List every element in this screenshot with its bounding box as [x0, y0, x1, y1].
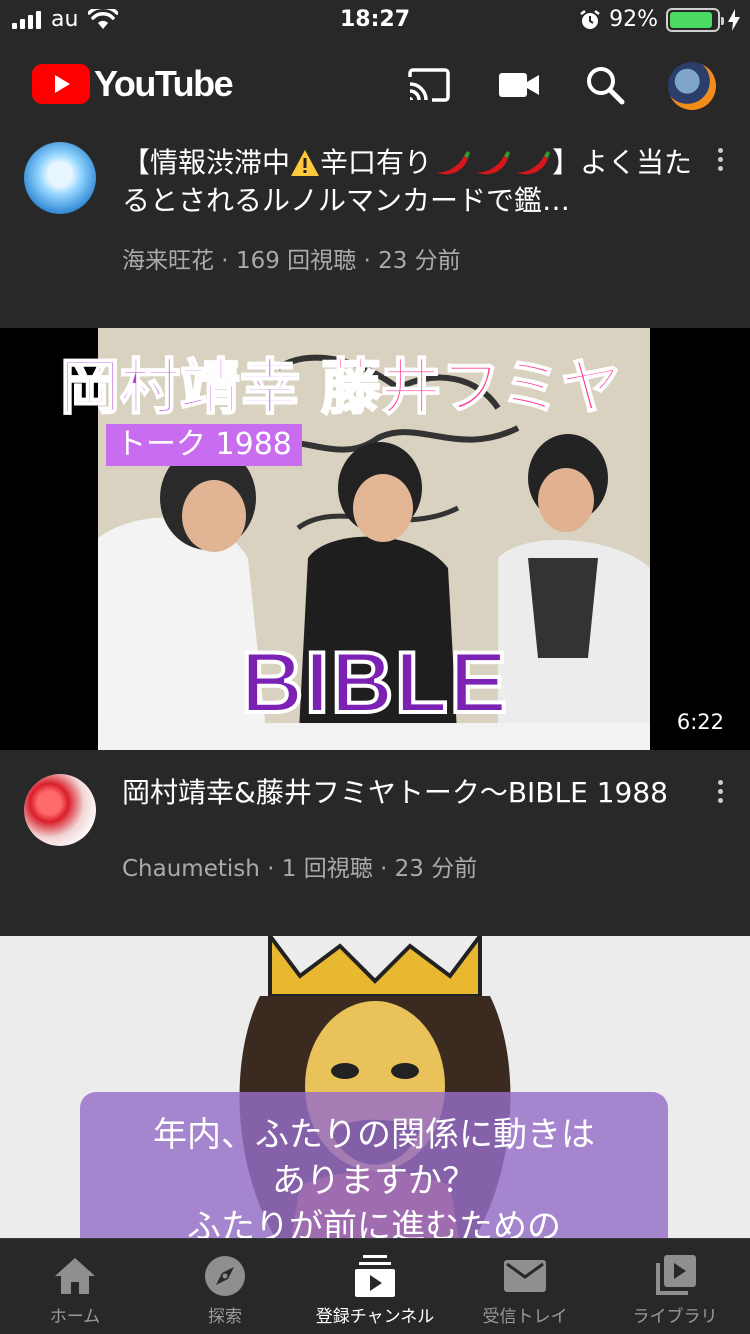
- video-card[interactable]: 【情報渋滞中 辛口有り 】よく当たるとされるルノルマンカードで鑑… 海来旺花 · 1…: [0, 128, 750, 328]
- subscriptions-icon: [355, 1255, 395, 1297]
- battery-percent: 92%: [609, 7, 658, 32]
- video-title-part: 【情報渋滞中: [122, 146, 291, 179]
- caption-line: 年内、ふたりの関係に動きは: [153, 1115, 595, 1155]
- channel-avatar[interactable]: [24, 774, 96, 846]
- view-count: 1 回視聴: [281, 856, 373, 882]
- more-options-button[interactable]: [710, 776, 730, 816]
- video-title[interactable]: 岡村靖幸&藤井フミヤトーク～BIBLE 1988: [122, 774, 700, 854]
- charging-bolt-icon: [728, 9, 740, 31]
- chili-pepper-icon: [516, 151, 551, 175]
- video-thumbnail[interactable]: 年内、ふたりの関係に動きは ありますか？ ふたりが前に進むための: [0, 936, 750, 1238]
- video-title-part: 辛口有り: [320, 146, 433, 179]
- app-header: YouTube: [0, 40, 750, 128]
- search-icon: [587, 67, 625, 105]
- upload-button[interactable]: [496, 62, 542, 108]
- video-metadata: Chaumetish · 1 回視聴 · 23 分前: [122, 854, 700, 884]
- channel-name[interactable]: 海来旺花: [122, 248, 214, 274]
- cast-icon: [408, 68, 450, 102]
- cast-button[interactable]: [406, 62, 452, 108]
- nav-subscriptions[interactable]: 登録チャンネル: [300, 1239, 450, 1334]
- caption-line: ありますか？: [272, 1161, 476, 1201]
- video-duration: 6:22: [670, 708, 730, 736]
- youtube-wordmark: YouTube: [94, 63, 234, 104]
- video-feed[interactable]: 【情報渋滞中 辛口有り 】よく当たるとされるルノルマンカードで鑑… 海来旺花 · 1…: [0, 128, 750, 1238]
- caption-text: 年内、ふたりの関係に動きは ありますか？ ふたりが前に進むための: [80, 1112, 668, 1238]
- caption-bible: BIBLE: [239, 633, 509, 733]
- more-options-button[interactable]: [710, 144, 730, 184]
- upload-age: 23 分前: [394, 856, 478, 882]
- upload-age: 23 分前: [378, 248, 461, 274]
- battery-icon: [666, 8, 724, 32]
- nav-label: 受信トレイ: [482, 1307, 568, 1327]
- video-metadata: 海来旺花 · 169 回視聴 · 23 分前: [122, 246, 700, 276]
- nav-inbox[interactable]: 受信トレイ: [450, 1239, 600, 1334]
- youtube-play-icon: [32, 64, 90, 104]
- account-avatar[interactable]: [668, 62, 716, 110]
- separator-dot: ·: [372, 856, 395, 882]
- nav-label: ライブラリ: [632, 1307, 718, 1327]
- compass-icon: [205, 1256, 245, 1296]
- nav-explore[interactable]: 探索: [150, 1239, 300, 1334]
- chili-pepper-icon: [476, 151, 511, 175]
- youtube-logo[interactable]: YouTube: [32, 63, 234, 104]
- video-card[interactable]: 岡村靖幸&藤井フミヤトーク～BIBLE 1988 Chaumetish · 1 …: [0, 750, 750, 936]
- battery-fill: [670, 12, 713, 28]
- thumbnail-caption-names: 岡村靖幸 藤井フミヤ: [59, 350, 622, 426]
- status-right: 92%: [579, 6, 740, 34]
- separator-dot: ·: [259, 856, 282, 882]
- alarm-icon: [580, 10, 600, 29]
- channel-name[interactable]: Chaumetish: [122, 856, 260, 882]
- nav-label: 登録チャンネル: [315, 1307, 435, 1327]
- caption-name-1: 岡村靖幸: [59, 352, 301, 424]
- nav-library[interactable]: ライブラリ: [600, 1239, 750, 1334]
- caption-tag: トーク 1988: [106, 424, 302, 466]
- video-thumbnail[interactable]: 岡村靖幸 藤井フミヤ トーク 1988 BIBLE 6:22: [0, 328, 750, 750]
- mail-icon: [504, 1260, 546, 1292]
- caption-tag-text: トーク 1988: [116, 427, 292, 462]
- nav-label: 探索: [208, 1307, 242, 1327]
- nav-home[interactable]: ホーム: [0, 1239, 150, 1334]
- camera-icon: [499, 73, 539, 97]
- video-title[interactable]: 【情報渋滞中 辛口有り 】よく当たるとされるルノルマンカードで鑑…: [122, 144, 700, 224]
- warning-icon: [291, 150, 320, 176]
- caption-name-2: 藤井フミヤ: [320, 352, 622, 424]
- channel-avatar[interactable]: [24, 142, 96, 214]
- view-count: 169 回視聴: [235, 248, 357, 274]
- caption-line: ふたりが前に進むための: [187, 1207, 561, 1238]
- status-bar: au 18:27 92%: [0, 0, 750, 40]
- bottom-navigation: ホーム 探索 登録チャンネル 受信トレイ ライブラリ: [0, 1238, 750, 1334]
- nav-label: ホーム: [49, 1307, 101, 1327]
- library-icon: [656, 1255, 696, 1295]
- separator-dot: ·: [356, 248, 379, 274]
- search-button[interactable]: [582, 62, 628, 108]
- chili-pepper-icon: [436, 151, 471, 175]
- separator-dot: ·: [214, 248, 236, 274]
- home-icon: [55, 1258, 95, 1294]
